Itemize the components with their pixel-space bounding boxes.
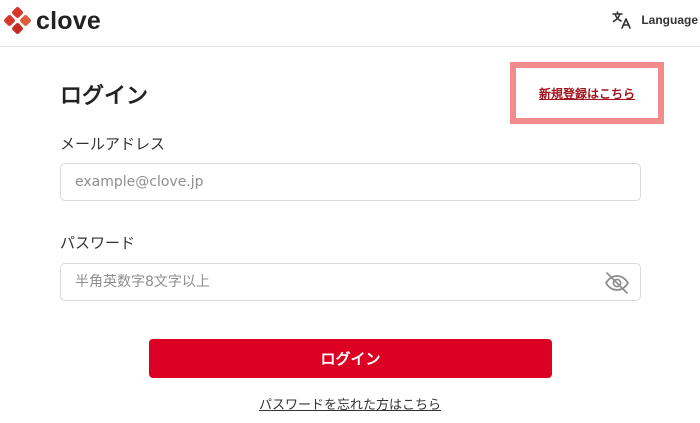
page-title: ログイン — [60, 84, 149, 109]
forgot-password-link[interactable]: パスワードを忘れた方はこちら — [259, 398, 441, 413]
login-button[interactable]: ログイン — [149, 339, 552, 378]
email-field-wrapper — [60, 163, 641, 201]
brand-name: clove — [36, 6, 101, 35]
site-header: clove Language — [0, 0, 700, 47]
signup-link[interactable]: 新規登録はこちら — [539, 85, 635, 102]
language-selector[interactable]: Language — [611, 8, 698, 32]
signup-highlight: 新規登録はこちら — [510, 62, 664, 124]
eye-off-icon[interactable] — [604, 271, 630, 295]
password-label: パスワード — [60, 234, 136, 252]
translate-icon — [612, 11, 632, 29]
language-label: Language — [641, 13, 698, 27]
brand-logo[interactable]: clove — [4, 6, 101, 36]
password-field-wrapper — [60, 263, 641, 301]
password-field[interactable] — [75, 274, 595, 290]
email-label: メールアドレス — [60, 135, 166, 153]
clove-logo-icon — [4, 7, 31, 34]
email-field[interactable] — [75, 174, 626, 190]
forgot-password-row: パスワードを忘れた方はこちら — [0, 394, 700, 413]
